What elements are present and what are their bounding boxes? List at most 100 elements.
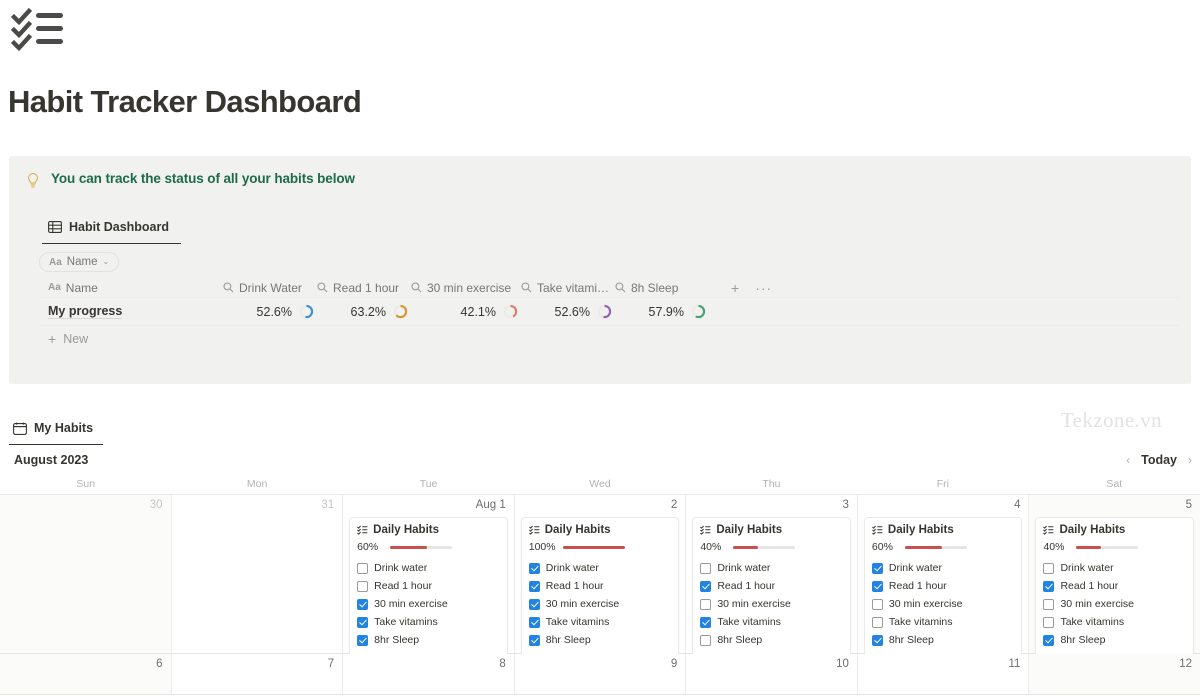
calendar-day-cell[interactable]: 11: [858, 654, 1030, 694]
habit-checklist-item[interactable]: Take vitamins: [872, 613, 1015, 631]
habit-checkbox[interactable]: [529, 581, 540, 592]
calendar-day-cell[interactable]: 2Daily Habits100%Drink waterRead 1 hour3…: [515, 495, 687, 653]
checklist-small-icon: [357, 525, 368, 535]
habit-checklist-item[interactable]: Take vitamins: [357, 613, 500, 631]
habit-checkbox[interactable]: [700, 563, 711, 574]
habit-checkbox[interactable]: [357, 563, 368, 574]
column-header-drink-water[interactable]: Drink Water: [223, 278, 317, 298]
cell-drink-water[interactable]: 52.6%: [223, 298, 317, 326]
property-filter-name[interactable]: Aa Name ⌄: [39, 252, 119, 272]
habit-checklist-item[interactable]: Drink water: [529, 559, 672, 577]
habit-checkbox[interactable]: [529, 617, 540, 628]
table-more-options-button[interactable]: ···: [755, 281, 772, 295]
calendar-event-card[interactable]: Daily Habits40%Drink waterRead 1 hour30 …: [692, 517, 851, 657]
cell-take-vitamins[interactable]: 52.6%: [521, 298, 615, 326]
habit-checkbox[interactable]: [872, 581, 883, 592]
habit-label: 8hr Sleep: [1060, 634, 1105, 646]
habit-checkbox[interactable]: [357, 635, 368, 646]
habit-checkbox[interactable]: [700, 617, 711, 628]
habit-checkbox[interactable]: [1043, 599, 1054, 610]
habit-checklist-item[interactable]: Take vitamins: [700, 613, 843, 631]
habit-checklist-item[interactable]: Read 1 hour: [700, 577, 843, 595]
calendar-day-cell[interactable]: 10: [686, 654, 858, 694]
checklist-small-icon: [872, 525, 883, 535]
habit-checklist-item[interactable]: Drink water: [872, 559, 1015, 577]
new-row-button[interactable]: + New: [39, 326, 1179, 352]
habit-checkbox[interactable]: [529, 599, 540, 610]
habit-checklist-item[interactable]: Read 1 hour: [529, 577, 672, 595]
habit-checklist-item[interactable]: 30 min exercise: [700, 595, 843, 613]
habit-label: Take vitamins: [546, 616, 610, 628]
calendar-day-cell[interactable]: 8: [343, 654, 515, 694]
event-progress: 100%: [529, 541, 672, 553]
habit-checkbox[interactable]: [872, 599, 883, 610]
habit-checklist-item[interactable]: 30 min exercise: [357, 595, 500, 613]
calendar-event-card[interactable]: Daily Habits60%Drink waterRead 1 hour30 …: [864, 517, 1023, 657]
habit-checkbox[interactable]: [1043, 563, 1054, 574]
habit-checkbox[interactable]: [1043, 635, 1054, 646]
habit-checkbox[interactable]: [700, 599, 711, 610]
habit-checklist-item[interactable]: Read 1 hour: [872, 577, 1015, 595]
event-progress-percent: 40%: [1043, 541, 1069, 553]
habit-checklist-item[interactable]: 8hr Sleep: [872, 631, 1015, 649]
column-header-take-vitamins[interactable]: Take vitami…: [521, 278, 615, 298]
calendar-day-number: 5: [1186, 499, 1192, 511]
today-button[interactable]: Today: [1141, 453, 1177, 467]
habit-checklist-item[interactable]: 8hr Sleep: [1043, 631, 1186, 649]
habit-checklist-item[interactable]: 8hr Sleep: [700, 631, 843, 649]
column-header-30-min-exercise[interactable]: 30 min exercise: [411, 278, 521, 298]
habit-checkbox[interactable]: [872, 563, 883, 574]
calendar-day-cell[interactable]: 4Daily Habits60%Drink waterRead 1 hour30…: [858, 495, 1030, 653]
habit-checkbox[interactable]: [357, 617, 368, 628]
calendar-day-number: 4: [1014, 499, 1020, 511]
column-header-name[interactable]: Aa Name: [39, 278, 223, 298]
calendar-event-card[interactable]: Daily Habits60%Drink waterRead 1 hour30 …: [349, 517, 508, 657]
calendar-day-cell[interactable]: 5Daily Habits40%Drink waterRead 1 hour30…: [1029, 495, 1200, 653]
calendar-event-card[interactable]: Daily Habits40%Drink waterRead 1 hour30 …: [1035, 517, 1194, 657]
calendar-day-cell[interactable]: Aug 1Daily Habits60%Drink waterRead 1 ho…: [343, 495, 515, 653]
habit-checkbox[interactable]: [700, 581, 711, 592]
calendar-event-card[interactable]: Daily Habits100%Drink waterRead 1 hour30…: [521, 517, 680, 657]
calendar-day-cell[interactable]: 9: [515, 654, 687, 694]
cell-30-min-exercise[interactable]: 42.1%: [411, 298, 521, 326]
habit-checkbox[interactable]: [529, 635, 540, 646]
habit-checklist-item[interactable]: Take vitamins: [529, 613, 672, 631]
add-column-button[interactable]: +: [731, 281, 739, 295]
calendar-day-cell[interactable]: 31: [172, 495, 344, 653]
habit-checkbox[interactable]: [529, 563, 540, 574]
column-header-8h-sleep[interactable]: 8h Sleep: [615, 278, 709, 298]
habit-checkbox[interactable]: [1043, 581, 1054, 592]
habit-checklist-item[interactable]: Drink water: [357, 559, 500, 577]
tab-my-habits[interactable]: My Habits: [9, 418, 103, 445]
calendar-view: August 2023 ‹ Today › Sun Mon Tue Wed Th…: [0, 447, 1200, 695]
habit-checklist-item[interactable]: Drink water: [700, 559, 843, 577]
calendar-day-cell[interactable]: 30: [0, 495, 172, 653]
habit-checklist-item[interactable]: Read 1 hour: [357, 577, 500, 595]
calendar-day-cell[interactable]: 7: [172, 654, 344, 694]
habit-checklist-item[interactable]: 30 min exercise: [872, 595, 1015, 613]
habit-checklist-item[interactable]: Drink water: [1043, 559, 1186, 577]
cell-8h-sleep[interactable]: 57.9%: [615, 298, 709, 326]
next-month-button[interactable]: ›: [1188, 453, 1192, 467]
habit-checkbox[interactable]: [1043, 617, 1054, 628]
cell-read-1-hour[interactable]: 63.2%: [317, 298, 411, 326]
habit-checklist-item[interactable]: Read 1 hour: [1043, 577, 1186, 595]
habit-checkbox[interactable]: [357, 581, 368, 592]
calendar-day-cell[interactable]: 3Daily Habits40%Drink waterRead 1 hour30…: [686, 495, 858, 653]
calendar-day-cell[interactable]: 6: [0, 654, 172, 694]
habit-checkbox[interactable]: [357, 599, 368, 610]
prev-month-button[interactable]: ‹: [1126, 453, 1130, 467]
habit-checkbox[interactable]: [872, 617, 883, 628]
tab-habit-dashboard[interactable]: Habit Dashboard: [42, 216, 181, 244]
table-row[interactable]: My progress 52.6% 63.2% 42.1% 52.6% 57.9…: [39, 298, 1179, 326]
habit-checklist-item[interactable]: 8hr Sleep: [529, 631, 672, 649]
habit-checklist-item[interactable]: 30 min exercise: [529, 595, 672, 613]
calendar-day-cell[interactable]: 12: [1029, 654, 1200, 694]
row-name-cell[interactable]: My progress: [39, 298, 223, 326]
habit-checkbox[interactable]: [872, 635, 883, 646]
habit-checkbox[interactable]: [700, 635, 711, 646]
habit-checklist-item[interactable]: 8hr Sleep: [357, 631, 500, 649]
habit-checklist-item[interactable]: 30 min exercise: [1043, 595, 1186, 613]
column-header-read-1-hour[interactable]: Read 1 hour: [317, 278, 411, 298]
habit-checklist-item[interactable]: Take vitamins: [1043, 613, 1186, 631]
